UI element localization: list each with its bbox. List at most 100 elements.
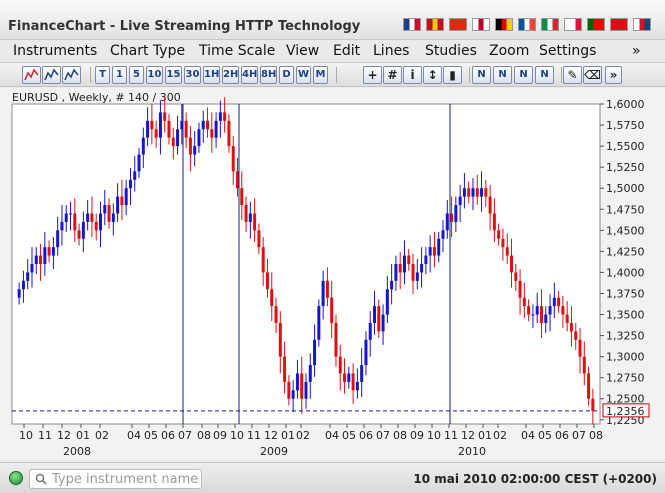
scale-icon[interactable]: ↕	[423, 66, 442, 84]
candle-body	[171, 137, 175, 147]
candle-body	[475, 188, 479, 197]
candle-body	[167, 120, 171, 138]
menu-settings[interactable]: Settings	[539, 43, 596, 59]
channel-icon[interactable]: N	[493, 66, 512, 84]
candle-body	[291, 390, 295, 399]
candle-body	[214, 120, 218, 138]
trend-line-icon[interactable]: N	[472, 66, 491, 84]
timeframe-1h-button[interactable]: 1H	[203, 66, 220, 84]
menu-lines[interactable]: Lines	[373, 43, 409, 59]
fibonacci-icon[interactable]: N	[514, 66, 533, 84]
year-label: 2009	[260, 445, 288, 458]
czech-flag[interactable]	[633, 18, 651, 31]
y-tick-label: 1,5500	[606, 140, 645, 153]
candle-body	[94, 221, 98, 231]
menu-bar: Instruments Chart Type Time Scale View Edit L…	[0, 40, 665, 63]
chinese-flag[interactable]	[449, 18, 467, 31]
x-tick-label: 04	[325, 429, 339, 442]
candle-body	[445, 213, 449, 231]
polish-flag[interactable]	[564, 18, 582, 31]
candle-body	[373, 306, 377, 323]
timeframe-8h-button[interactable]: 8H	[260, 66, 277, 84]
candle-body	[304, 381, 308, 399]
timeframe-15-button[interactable]: 15	[165, 66, 182, 84]
grid-icon[interactable]: #	[383, 66, 402, 84]
menu-edit[interactable]: Edit	[333, 43, 360, 59]
candle-body	[120, 196, 124, 206]
candle-body	[313, 339, 317, 366]
menu-time-scale[interactable]: Time Scale	[199, 43, 275, 59]
instrument-search[interactable]	[29, 469, 202, 489]
x-tick-label: 06	[555, 429, 569, 442]
candle-body	[73, 213, 77, 231]
candle-body	[450, 213, 454, 222]
price-chart[interactable]: 1,6000 1,5750 1,5500 1,5250 1,5000 1,4750 1,45…	[0, 88, 665, 460]
candle-body	[133, 171, 137, 180]
candle-body	[381, 314, 385, 332]
turkish-flag[interactable]	[610, 18, 628, 31]
timeframe-5-button[interactable]: 5	[129, 66, 144, 84]
chart-area[interactable]: EURUSD , Weekly, # 140 / 300 1,6000 1,575…	[0, 88, 665, 460]
menu-view[interactable]: View	[286, 43, 319, 59]
portuguese-flag[interactable]	[587, 18, 605, 31]
candle-body	[394, 264, 398, 281]
italian-flag[interactable]	[541, 18, 559, 31]
menu-overflow-button[interactable]: »	[632, 43, 641, 59]
toolbar-overflow-button[interactable]: »	[605, 66, 622, 84]
candle-body	[385, 289, 389, 315]
candle-body	[244, 205, 248, 222]
timeframe-t-button[interactable]: T	[95, 66, 110, 84]
candle-body	[240, 188, 244, 206]
menu-zoom[interactable]: Zoom	[489, 43, 529, 59]
menu-studies[interactable]: Studies	[425, 43, 477, 59]
candle-body	[47, 247, 51, 256]
line-chart-icon[interactable]	[62, 66, 81, 84]
candle-body	[39, 255, 43, 264]
search-input[interactable]	[52, 471, 200, 487]
timeframe-30-button[interactable]: 30	[184, 66, 201, 84]
german-flag[interactable]	[495, 18, 513, 31]
timeframe-2h-button[interactable]: 2H	[222, 66, 239, 84]
year-label: 2010	[458, 445, 486, 458]
candle-body	[321, 280, 325, 307]
candle-body	[223, 112, 227, 121]
timeframe-m-button[interactable]: M	[313, 66, 328, 84]
bar-chart-icon[interactable]	[42, 66, 61, 84]
x-tick-label: 05	[144, 429, 158, 442]
candle-body	[124, 188, 128, 206]
candle-body	[398, 264, 402, 273]
timeframe-4h-button[interactable]: 4H	[241, 66, 258, 84]
candle-body	[518, 280, 522, 298]
menu-instruments[interactable]: Instruments	[13, 43, 97, 59]
crosshair-icon[interactable]: +	[363, 66, 382, 84]
menu-chart-type[interactable]: Chart Type	[110, 43, 185, 59]
candle-body	[34, 255, 38, 264]
candle-body	[86, 213, 90, 222]
info-icon[interactable]: i	[403, 66, 422, 84]
candle-body	[141, 137, 145, 155]
current-datetime: 10 mai 2010 02:00:00 CEST (+0200)	[413, 472, 657, 486]
timeframe-1-button[interactable]: 1	[112, 66, 127, 84]
volume-icon[interactable]: ▮	[443, 66, 462, 84]
candle-body	[484, 188, 488, 197]
gann-icon[interactable]: N	[535, 66, 554, 84]
timeframe-10-button[interactable]: 10	[146, 66, 163, 84]
spanish-flag[interactable]	[426, 18, 444, 31]
edit-line-icon[interactable]: ✎	[563, 66, 582, 84]
candle-body	[351, 373, 355, 391]
japanese-flag[interactable]	[472, 18, 490, 31]
candle-body	[308, 365, 312, 382]
candle-body	[458, 196, 462, 206]
last-price-label: 1,2356	[606, 405, 645, 418]
x-tick-label: 06	[161, 429, 175, 442]
candle-body	[557, 297, 561, 307]
y-tick-label: 1,5250	[606, 161, 645, 174]
candle-body	[471, 188, 475, 197]
timeframe-d-button[interactable]: D	[279, 66, 294, 84]
candlestick-icon[interactable]	[22, 66, 41, 84]
eraser-icon[interactable]: ⌫	[583, 66, 602, 84]
window-title: FinanceChart - Live Streaming HTTP Techn…	[8, 19, 361, 34]
french-flag[interactable]	[518, 18, 536, 31]
english-flag[interactable]	[403, 18, 421, 31]
timeframe-w-button[interactable]: W	[296, 66, 311, 84]
